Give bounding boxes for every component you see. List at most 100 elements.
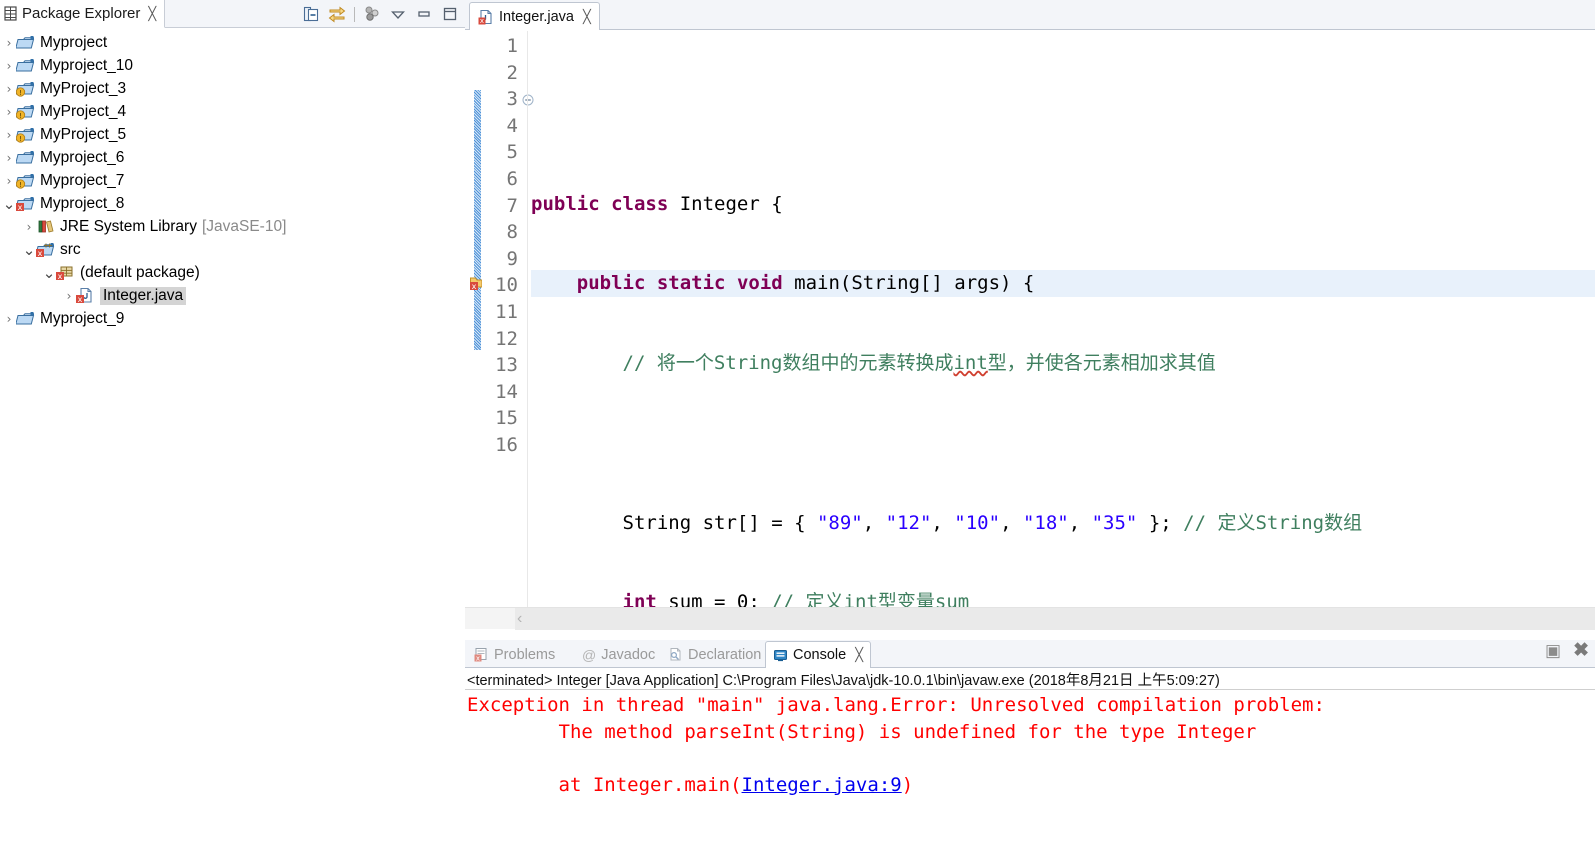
java-file-error-icon: x xyxy=(478,9,494,25)
close-icon[interactable]: ✖ xyxy=(1573,641,1589,660)
tree-item-myproject-10[interactable]: › Myproject_10 xyxy=(0,54,465,77)
console-output[interactable]: Exception in thread "main" java.lang.Err… xyxy=(467,692,1595,798)
java-file-error-icon: x xyxy=(76,287,96,304)
minimize-icon[interactable] xyxy=(415,5,433,23)
tree-item-label: Myproject_8 xyxy=(40,194,125,212)
tree-item-jre-system-library[interactable]: › JRE System Library [JavaSE-10] xyxy=(0,215,465,238)
scroll-left-arrow-icon[interactable]: ‹ xyxy=(517,610,522,628)
chevron-down-icon[interactable]: ⌄ xyxy=(2,195,16,213)
chevron-down-icon[interactable]: ⌄ xyxy=(22,241,36,259)
tree-item-myproject-4[interactable]: ›! MyProject_4 xyxy=(0,100,465,123)
scrollbar-thumb[interactable] xyxy=(515,608,1595,630)
package-explorer-toolbar xyxy=(302,0,459,28)
line-number-1: 1 xyxy=(506,35,518,57)
maximize-icon[interactable] xyxy=(441,5,459,23)
chevron-right-icon[interactable]: › xyxy=(2,312,16,326)
project-warning-icon: ! xyxy=(15,103,36,120)
tree-item-label: MyProject_4 xyxy=(40,102,127,120)
console-toolbar: ▣ ✖ xyxy=(1545,641,1589,660)
tree-item-myproject-7[interactable]: ›! Myproject_7 xyxy=(0,169,465,192)
close-icon[interactable]: ╳ xyxy=(583,9,591,25)
tab-javadoc[interactable]: @ Javadoc xyxy=(575,641,662,668)
line-number-5: 5 xyxy=(506,141,518,164)
tree-item-myproject-3[interactable]: ›! MyProject_3 xyxy=(0,77,465,100)
editor-horizontal-scrollbar[interactable]: ‹ xyxy=(465,607,1595,630)
restore-icon[interactable]: ▣ xyxy=(1545,642,1561,659)
javadoc-icon: @ xyxy=(582,646,597,663)
code-line-2[interactable]: public class Integer { xyxy=(531,191,1595,218)
tab-label: Problems xyxy=(494,646,556,663)
console-icon xyxy=(773,648,788,663)
chevron-right-icon[interactable]: › xyxy=(2,105,16,119)
tab-package-explorer[interactable]: Package Explorer ╳ xyxy=(0,0,166,28)
tree-item-label: MyProject_5 xyxy=(40,125,127,143)
project-tree[interactable]: › Myproject › Myproject_10 ›! MyProject_3 ›! My… xyxy=(0,28,465,848)
svg-text:x: x xyxy=(480,17,484,25)
tree-item-label: (default package) xyxy=(80,263,200,281)
tab-declaration[interactable]: Declaration xyxy=(661,641,768,668)
svg-text:!: ! xyxy=(19,89,22,97)
chevron-right-icon[interactable]: › xyxy=(2,82,16,96)
tree-item-myproject[interactable]: › Myproject xyxy=(0,31,465,54)
chevron-down-icon[interactable] xyxy=(389,5,407,23)
code-line-3[interactable]: public static void main(String[] args) { xyxy=(531,270,1595,297)
package-explorer-tab-row: Package Explorer ╳ xyxy=(0,0,465,28)
line-number-2: 2 xyxy=(506,61,518,84)
close-icon[interactable]: ╳ xyxy=(855,647,863,663)
tree-item-label: src xyxy=(60,240,81,258)
package-explorer-icon xyxy=(4,6,18,21)
editor-tab-row: x Integer.java ╳ xyxy=(465,0,1595,31)
project-warning-icon: ! xyxy=(15,126,36,143)
close-icon[interactable]: ╳ xyxy=(148,6,156,22)
code-line-5[interactable] xyxy=(531,430,1595,457)
code-line-6[interactable]: String str[] = { "89", "12", "10", "18",… xyxy=(531,510,1595,537)
tree-item-src[interactable]: ⌄ x src xyxy=(0,238,465,261)
svg-text:!: ! xyxy=(19,181,22,189)
project-icon xyxy=(15,149,36,166)
chevron-right-icon[interactable]: › xyxy=(62,289,76,303)
tab-integer-java[interactable]: x Integer.java ╳ xyxy=(469,2,600,31)
view-menu-icon[interactable] xyxy=(363,5,381,23)
tree-item-label: Myproject_9 xyxy=(40,309,125,327)
chevron-right-icon[interactable]: › xyxy=(2,59,16,73)
code-line-1[interactable] xyxy=(531,111,1595,138)
tree-item-myproject-9[interactable]: › Myproject_9 xyxy=(0,307,465,330)
tree-item-myproject-8[interactable]: ⌄ x Myproject_8 xyxy=(0,192,465,215)
svg-text:x: x xyxy=(38,249,43,258)
chevron-right-icon[interactable]: › xyxy=(2,174,16,188)
tree-item-label: Myproject xyxy=(40,33,108,51)
package-explorer-title: Package Explorer xyxy=(22,5,141,22)
chevron-right-icon[interactable]: › xyxy=(2,151,16,165)
tree-item-myproject-6[interactable]: › Myproject_6 xyxy=(0,146,465,169)
tree-item-myproject-5[interactable]: ›! MyProject_5 xyxy=(0,123,465,146)
code-text[interactable]: public class Integer { public static voi… xyxy=(531,31,1595,848)
tab-problems[interactable]: x Problems xyxy=(467,641,562,668)
chevron-right-icon[interactable]: › xyxy=(2,128,16,142)
code-line-4[interactable]: // 将一个String数组中的元素转换成int型，并使各元素相加求其值 xyxy=(531,350,1595,377)
tree-item-label: Myproject_6 xyxy=(40,148,125,166)
svg-text:x: x xyxy=(58,272,63,281)
tree-item-integer-java[interactable]: › x Integer.java xyxy=(0,284,465,307)
link-with-editor-icon[interactable] xyxy=(328,5,346,23)
svg-text:x: x xyxy=(472,282,477,290)
line-number-11: 11 xyxy=(495,301,518,323)
tree-item-label: Myproject_7 xyxy=(40,171,125,189)
line-number-4: 4 xyxy=(506,114,518,137)
chevron-right-icon[interactable]: › xyxy=(22,220,36,234)
tab-console[interactable]: Console ╳ xyxy=(765,641,872,669)
chevron-down-icon[interactable]: ⌄ xyxy=(42,264,56,282)
svg-text:!: ! xyxy=(19,112,22,120)
stacktrace-link[interactable]: Integer.java:9 xyxy=(742,774,902,796)
project-warning-icon: ! xyxy=(15,80,36,97)
line-number-16: 16 xyxy=(495,434,518,456)
tab-label: Declaration xyxy=(688,646,762,663)
editor-body[interactable]: x 1 2 3 4 5 6 7 8 9 10 11 12 13 14 15 16 public class I… xyxy=(465,31,1595,848)
console-output-line-2: The method parseInt(String) is undefined… xyxy=(467,720,1257,743)
console-output-line-1: Exception in thread "main" java.lang.Err… xyxy=(467,694,1337,716)
line-number-10: 10 xyxy=(495,274,518,297)
chevron-right-icon[interactable]: › xyxy=(2,36,16,50)
collapse-all-icon[interactable] xyxy=(302,5,320,23)
tree-item-label: MyProject_3 xyxy=(40,79,127,97)
line-number-14: 14 xyxy=(495,380,518,403)
tree-item-default-package[interactable]: ⌄ x (default package) xyxy=(0,261,465,284)
